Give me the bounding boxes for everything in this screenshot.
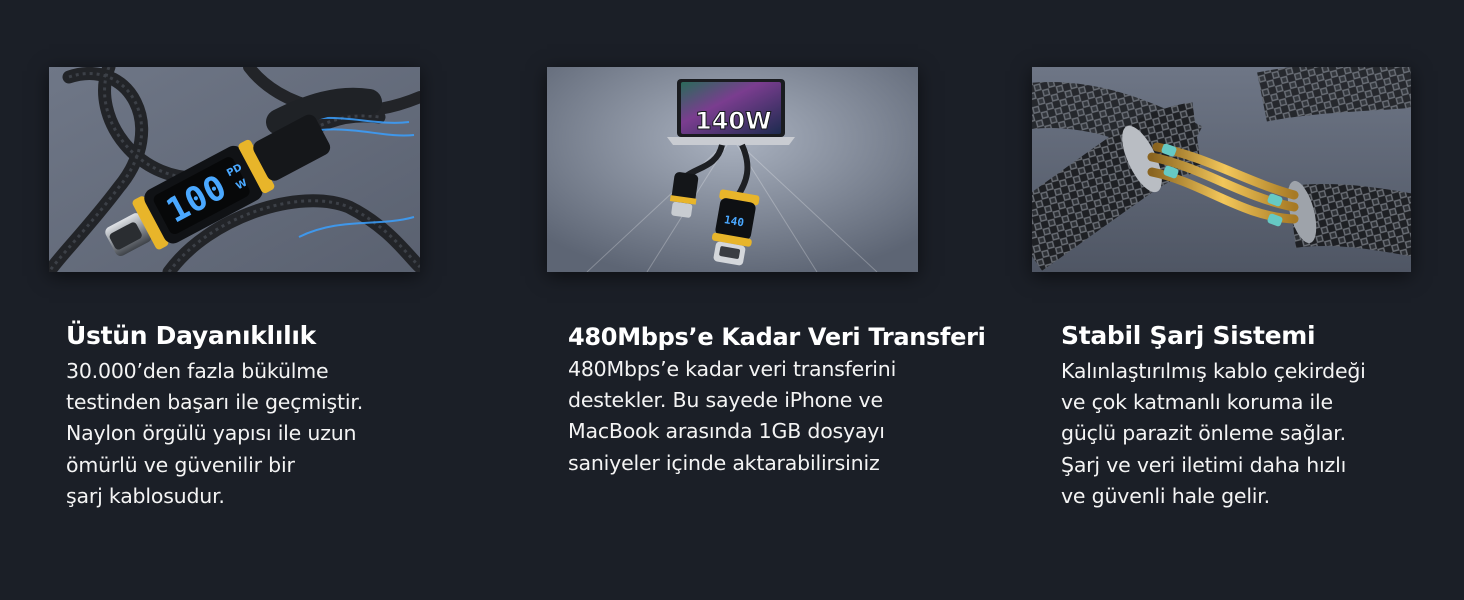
description-line: saniyeler içinde aktarabilirsiniz xyxy=(568,450,880,475)
feature-title: Üstün Dayanıklılık xyxy=(66,321,316,350)
description-line: 480Mbps’e kadar veri transferini xyxy=(568,357,897,381)
description-line: ömürlü ve güvenilir bir xyxy=(66,452,295,477)
description-line: ve çok katmanlı koruma ile xyxy=(1061,390,1333,415)
description-line: destekler. Bu sayede iPhone ve xyxy=(568,388,883,413)
description-line: MacBook arasında 1GB dosyayı xyxy=(568,419,885,444)
cable-core-image xyxy=(1032,67,1411,272)
power-label: 140W xyxy=(695,107,772,135)
description-line: şarj kablosudur. xyxy=(66,483,225,508)
feature-title: 480Mbps’e Kadar Veri Transferi xyxy=(568,323,986,351)
description-line: testinden başarı ile geçmiştir. xyxy=(66,390,364,415)
cable-display-image: 100 PD W xyxy=(49,67,420,272)
feature-title: Stabil Şarj Sistemi xyxy=(1061,321,1316,350)
feature-description: 30.000’den fazla bükülme testinden başar… xyxy=(66,356,363,512)
description-line: Şarj ve veri iletimi daha hızlı xyxy=(1061,452,1347,477)
feature-description: Kalınlaştırılmış kablo çekirdeği ve çok … xyxy=(1061,356,1366,512)
description-line: Kalınlaştırılmış kablo çekirdeği xyxy=(1061,359,1366,383)
description-line: güçlü parazit önleme sağlar. xyxy=(1061,421,1346,446)
description-line: Naylon örgülü yapısı ile uzun xyxy=(66,421,357,446)
feature-description: 480Mbps’e kadar veri transferini destekl… xyxy=(568,354,896,479)
laptop-cable-image: 140W 140 xyxy=(547,67,918,272)
description-line: 30.000’den fazla bükülme xyxy=(66,359,329,383)
description-line: ve güvenli hale gelir. xyxy=(1061,483,1270,508)
